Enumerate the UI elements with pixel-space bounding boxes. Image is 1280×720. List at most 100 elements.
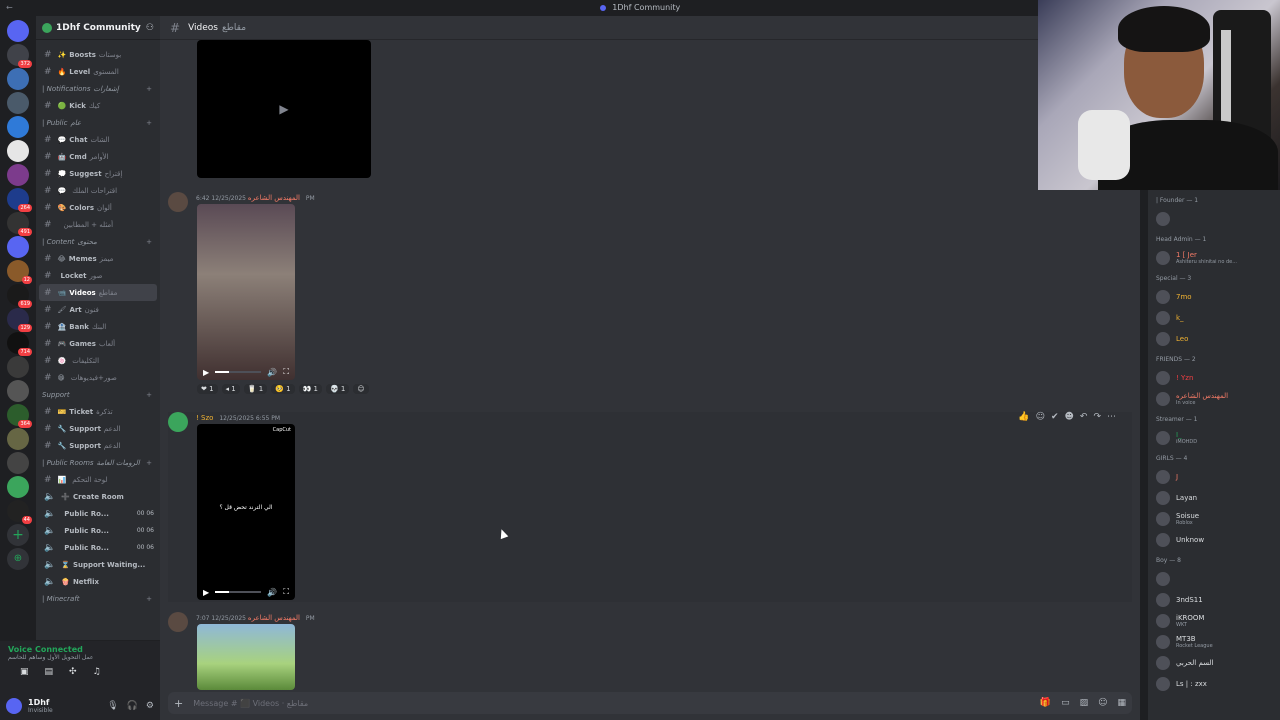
server-icon[interactable]: 491	[7, 212, 32, 236]
video-progress[interactable]	[215, 371, 262, 373]
member-item[interactable]: المهندس الشاعره In voice	[1148, 388, 1280, 409]
server-icon[interactable]	[7, 140, 29, 162]
volume-icon[interactable]: 🔊	[267, 588, 277, 597]
text-channel[interactable]: # 🎨 Colors ألوان	[36, 199, 160, 216]
camera-off-icon[interactable]: ▣	[20, 667, 29, 677]
text-channel[interactable]: # 😂 Memes ميمز	[36, 250, 160, 267]
text-channel[interactable]: # Locket صور	[36, 267, 160, 284]
forward-icon[interactable]: ↷	[1093, 412, 1101, 422]
avatar[interactable]	[168, 612, 188, 632]
create-channel-icon[interactable]: +	[146, 459, 152, 467]
member-item[interactable]: السم الحربي	[1148, 652, 1280, 673]
voice-channel[interactable]: 🔈 🍿 Netflix	[36, 573, 160, 590]
text-channel[interactable]: # 🎮 Games ألعاب	[36, 335, 160, 352]
member-item[interactable]: Ls | : zxx	[1148, 673, 1280, 694]
server-icon[interactable]	[7, 476, 29, 498]
text-channel[interactable]: # 🟢 Kick كيك	[36, 97, 160, 114]
member-item[interactable]	[1148, 208, 1280, 229]
activities-icon[interactable]: ✣	[69, 667, 77, 677]
server-icon[interactable]	[7, 116, 29, 138]
add-server-icon[interactable]: +	[7, 524, 29, 546]
text-channel[interactable]: # 📹 Videos مقاطع	[39, 284, 157, 301]
text-channel[interactable]: # 🎫 Ticket تذكرة	[36, 403, 160, 420]
add-reaction-icon[interactable]: ☻	[1065, 412, 1074, 422]
apps-icon[interactable]: ▦	[1117, 698, 1126, 708]
server-icon[interactable]: 714	[7, 332, 32, 356]
server-icon[interactable]: 44	[7, 500, 32, 524]
member-item[interactable]: J	[1148, 466, 1280, 487]
reaction[interactable]: ❤ 1	[197, 384, 218, 394]
emoji-icon[interactable]: ☺	[1036, 412, 1045, 422]
member-item[interactable]: Soisue Roblox	[1148, 508, 1280, 529]
server-icon[interactable]	[7, 92, 29, 114]
emoji-icon[interactable]: ☺	[1098, 698, 1107, 708]
member-item[interactable]: MT3B Rocket League	[1148, 631, 1280, 652]
microphone-icon[interactable]: 🎙	[107, 701, 118, 711]
channel-category[interactable]: | Notifications إشعارات +	[36, 80, 160, 97]
screen-share-icon[interactable]: ▤	[45, 667, 54, 677]
server-icon[interactable]: 619	[7, 284, 32, 308]
thumbs-up-icon[interactable]: 👍	[1018, 412, 1029, 422]
play-icon[interactable]: ▶	[203, 588, 209, 597]
video-attachment[interactable]: CapCut الي الترند تحض قل ؟ ▶ 🔊 ⛶	[197, 424, 295, 600]
gift-icon[interactable]: 🎁	[1040, 698, 1051, 708]
server-icon[interactable]	[7, 380, 29, 402]
member-item[interactable]: Layan	[1148, 487, 1280, 508]
gif-icon[interactable]: ▭	[1061, 698, 1070, 708]
fullscreen-icon[interactable]: ⛶	[283, 587, 289, 597]
server-icon[interactable]: 129	[7, 308, 32, 332]
image-attachment[interactable]	[197, 624, 295, 690]
text-channel[interactable]: # 🖌 Art فنون	[36, 301, 160, 318]
server-icon[interactable]: 364	[7, 404, 32, 428]
check-icon[interactable]: ✔	[1051, 412, 1059, 422]
message-author[interactable]: المهندس الشاعره	[248, 194, 300, 202]
video-attachment[interactable]: ▶	[197, 40, 371, 178]
member-item[interactable]: Unknow	[1148, 529, 1280, 550]
channel-category[interactable]: | Minecraft +	[36, 590, 160, 607]
server-icon[interactable]	[7, 236, 29, 258]
text-channel[interactable]: # 💭 Suggest إقتراح	[36, 165, 160, 182]
member-item[interactable]: k_	[1148, 307, 1280, 328]
message-author[interactable]: المهندس الشاعره	[248, 614, 300, 622]
reaction[interactable]: 💀 1	[325, 384, 350, 394]
reply-icon[interactable]: ↶	[1080, 412, 1088, 422]
soundboard-icon[interactable]: ♫	[93, 667, 101, 677]
gear-icon[interactable]: ⚙	[146, 701, 154, 711]
member-item[interactable]: iKROOM WKT	[1148, 610, 1280, 631]
member-item[interactable]: 1 [ Jer Ashiteru shinitai no de...	[1148, 247, 1280, 268]
create-channel-icon[interactable]: +	[146, 391, 152, 399]
member-item[interactable]	[1148, 568, 1280, 589]
reaction[interactable]: 👀 1	[298, 384, 322, 394]
voice-channel[interactable]: 🔈 Public Ro... 00 06	[36, 539, 160, 556]
member-item[interactable]: Leo	[1148, 328, 1280, 349]
server-icon[interactable]	[7, 428, 29, 450]
channel-category[interactable]: Support +	[36, 386, 160, 403]
text-channel[interactable]: # 🔧 Support الدعم	[36, 437, 160, 454]
video-attachment[interactable]: ▶ 🔊 ⛶	[197, 204, 295, 380]
fullscreen-icon[interactable]: ⛶	[283, 367, 289, 377]
member-item[interactable]: 7mo	[1148, 286, 1280, 307]
text-channel[interactable]: # 🏦 Bank البنك	[36, 318, 160, 335]
invite-people-icon[interactable]: ⚇	[146, 23, 154, 33]
server-icon[interactable]	[7, 68, 29, 90]
text-channel[interactable]: # ✨ Boosts بوستات	[36, 46, 160, 63]
member-item[interactable]: I_ iMOHDD	[1148, 427, 1280, 448]
create-channel-icon[interactable]: +	[146, 595, 152, 603]
create-channel-icon[interactable]: +	[146, 85, 152, 93]
avatar[interactable]	[168, 412, 188, 432]
home-icon[interactable]	[7, 20, 29, 42]
voice-channel-name[interactable]: عمل التحويل الأول وساهم للحاسم	[8, 654, 152, 661]
voice-channel[interactable]: 🔈 Public Ro... 00 06	[36, 505, 160, 522]
message-author[interactable]: ! Szo	[196, 414, 213, 422]
add-reaction-icon[interactable]: ☺	[353, 384, 369, 394]
volume-icon[interactable]: 🔊	[267, 368, 277, 377]
channel-category[interactable]: | Content محتوى +	[36, 233, 160, 250]
avatar[interactable]	[6, 698, 22, 714]
server-icon[interactable]: 12	[7, 260, 32, 284]
text-channel[interactable]: # 🍥 التكليفات	[36, 352, 160, 369]
discover-icon[interactable]: ⊕	[7, 548, 29, 570]
text-channel[interactable]: # 😁 صور+فيديوهات	[36, 369, 160, 386]
text-channel[interactable]: # أمثله + المطابين	[36, 216, 160, 233]
channel-category[interactable]: | Public عام +	[36, 114, 160, 131]
voice-channel[interactable]: 🔈 ➕ Create Room	[36, 488, 160, 505]
